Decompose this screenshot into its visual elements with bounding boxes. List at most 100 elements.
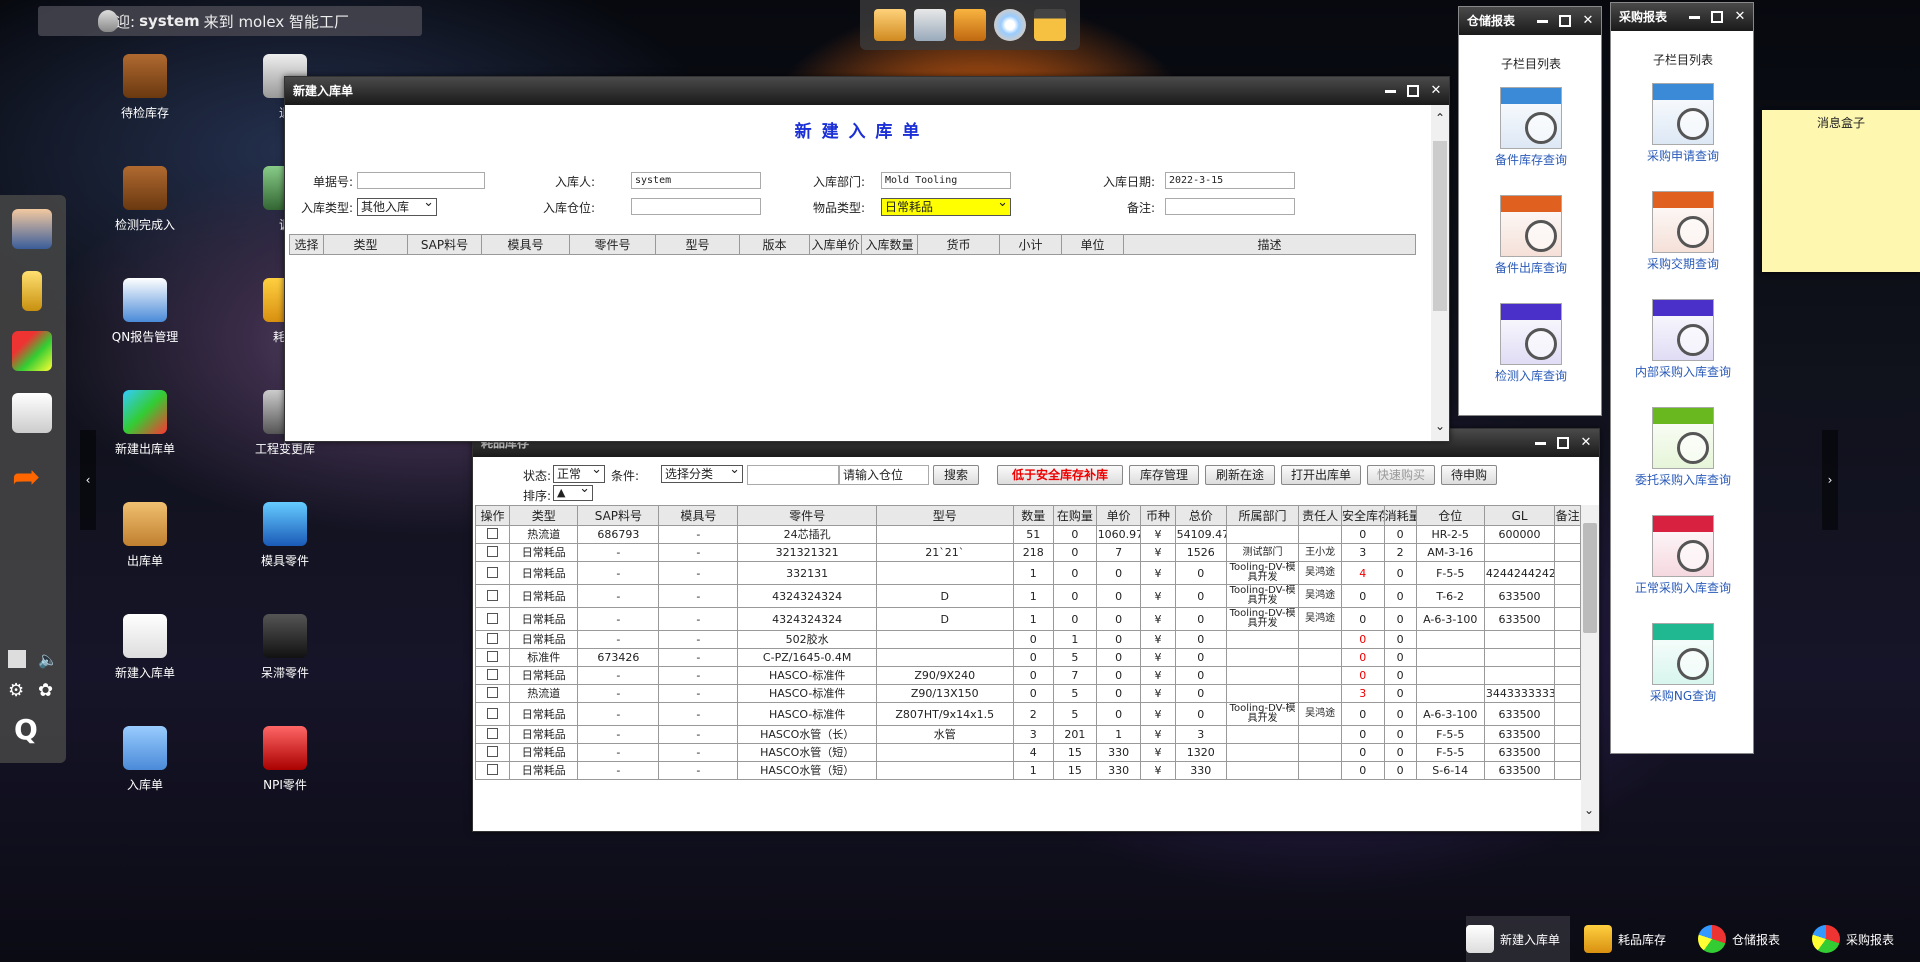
warehouse-report-titlebar[interactable]: 仓储报表 ✕ (1459, 7, 1601, 35)
user-icon[interactable] (12, 209, 52, 249)
report-item-normal-purchase[interactable]: 正常采购入库查询 (1628, 515, 1738, 596)
table-row[interactable]: 日常耗品 - - HASCO-标准件 Z807HT/9x14x1.5 2 5 0 ¥0 Tooli… (475, 702, 1581, 726)
report-item-purchase-delivery[interactable]: 采购交期查询 (1628, 191, 1738, 272)
row-checkbox[interactable] (487, 687, 499, 698)
row-checkbox[interactable] (487, 528, 499, 539)
gear-icon[interactable]: ⚙ (8, 680, 24, 701)
person-input[interactable]: system (631, 172, 761, 189)
taskbar-item-purchase-report[interactable]: 采购报表 (1812, 916, 1894, 962)
close-icon[interactable]: ✕ (1579, 436, 1593, 450)
settings-panel-icon[interactable] (12, 393, 52, 433)
calendar-icon[interactable] (8, 650, 26, 668)
table-row[interactable]: 日常耗品 - -332131 1 0 0 ¥0 Tooling-DV-模具开发 吴鸿途 4 0 F-5… (475, 561, 1581, 585)
inbound-window-scrollbar[interactable]: ⌃ ⌄ (1431, 105, 1449, 441)
taskbar-item-warehouse-report[interactable]: 仓储报表 (1698, 916, 1780, 962)
desktop-icon-npi-parts[interactable]: NPI零件 (225, 726, 345, 793)
row-checkbox[interactable] (487, 746, 499, 757)
sort-select[interactable]: ▲ (553, 482, 593, 501)
location-input[interactable] (631, 198, 761, 215)
purchase-report-titlebar[interactable]: 采购报表 ✕ (1611, 3, 1753, 31)
maximize-icon[interactable] (1557, 437, 1569, 449)
close-icon[interactable]: ✕ (1581, 14, 1595, 28)
row-checkbox[interactable] (487, 589, 499, 601)
table-row[interactable]: 日常耗品 - -4324324324 D 1 0 0 ¥0 Tooling-DV-模具开发 吴鸿途… (475, 584, 1581, 608)
right-scroll-arrow[interactable]: › (1822, 430, 1838, 530)
briefcase-icon[interactable] (954, 9, 986, 41)
desktop-icon-inbound[interactable]: 入库单 (85, 726, 205, 793)
minimize-icon[interactable] (1533, 436, 1547, 450)
pending-purchase-button[interactable]: 待申购 (1441, 465, 1497, 485)
chart-icon[interactable] (12, 331, 52, 371)
minimize-icon[interactable] (1687, 10, 1701, 24)
maximize-icon[interactable] (1559, 15, 1571, 27)
volume-icon[interactable]: 🔈 (38, 650, 58, 669)
search-input[interactable] (747, 465, 839, 485)
maximize-icon[interactable] (1711, 11, 1723, 23)
scroll-up-icon[interactable]: ⌃ (1435, 111, 1445, 125)
doc-no-input[interactable] (357, 172, 485, 189)
close-icon[interactable]: ✕ (1733, 10, 1747, 24)
key-icon[interactable] (22, 271, 42, 311)
minimize-icon[interactable] (1535, 14, 1549, 28)
low-stock-replenish-button[interactable]: 低于安全库存补库 (997, 465, 1123, 485)
desktop-icon-idle-parts[interactable]: 呆滞零件 (225, 614, 345, 681)
share-arrow-icon[interactable]: ➦ (12, 457, 52, 497)
report-item-inspection-inbound[interactable]: 检测入库查询 (1476, 303, 1586, 384)
taskbar-item-consumable[interactable]: 耗品库存 (1584, 916, 1666, 962)
category-select[interactable]: 选择分类 (661, 462, 743, 483)
minimize-icon[interactable] (1383, 84, 1397, 98)
scrollbar-thumb[interactable] (1433, 141, 1447, 311)
row-checkbox[interactable] (487, 612, 499, 624)
scroll-down-icon[interactable]: ⌄ (1435, 419, 1445, 433)
table-row[interactable]: 日常耗品 - -321321321 21`21` 218 0 7 ¥1526 测试部门 王小龙 3 2… (475, 543, 1581, 562)
close-icon[interactable]: ✕ (1429, 84, 1443, 98)
desktop-icon-pending-stock[interactable]: 待检库存 (85, 54, 205, 121)
table-row[interactable]: 日常耗品 - -4324324324 D 1 0 0 ¥0 Tooling-DV-模具开发 吴鸿途… (475, 607, 1581, 631)
desktop-icon-inspected-in[interactable]: 检测完成入 (85, 166, 205, 233)
open-outbound-button[interactable]: 打开出库单 (1281, 465, 1361, 485)
taskbar-item-new-inbound[interactable]: 新建入库单 (1466, 916, 1570, 962)
scrollbar-thumb[interactable] (1583, 523, 1597, 633)
inbound-window-titlebar[interactable]: 新建入库单 ✕ (285, 77, 1449, 105)
report-item-entrusted-purchase[interactable]: 委托采购入库查询 (1628, 407, 1738, 488)
date-input[interactable]: 2022-3-15 (1165, 172, 1295, 189)
table-row[interactable]: 日常耗品 - -502胶水 0 1 0 ¥0 0 0 (475, 630, 1581, 649)
desktop-icon-mold-parts[interactable]: 模具零件 (225, 502, 345, 569)
table-row[interactable]: 日常耗品 - - HASCO-标准件 Z90/9X240 0 7 0 ¥0 0 0 (475, 666, 1581, 685)
stock-table-scrollbar[interactable]: ⌄ (1581, 505, 1599, 831)
row-checkbox[interactable] (487, 633, 499, 644)
disc-icon[interactable] (994, 9, 1026, 41)
q-logo-icon[interactable]: Q (14, 713, 38, 746)
report-item-internal-purchase[interactable]: 内部采购入库查询 (1628, 299, 1738, 380)
report-item-purchase-ng[interactable]: 采购NG查询 (1628, 623, 1738, 704)
dept-input[interactable]: Mold Tooling (881, 172, 1011, 189)
scroll-down-icon[interactable]: ⌄ (1584, 803, 1594, 817)
table-row[interactable]: 标准件 673426- C-PZ/1645-0.4M 0 5 0 ¥0 0 0 (475, 648, 1581, 667)
stock-management-button[interactable]: 库存管理 (1129, 465, 1199, 485)
report-item-spare-stock[interactable]: 备件库存查询 (1476, 87, 1586, 168)
clapperboard-icon[interactable] (1034, 9, 1066, 41)
report-item-purchase-request[interactable]: 采购申请查询 (1628, 83, 1738, 164)
report-item-spare-outbound[interactable]: 备件出库查询 (1476, 195, 1586, 276)
row-checkbox[interactable] (487, 669, 499, 680)
row-checkbox[interactable] (487, 546, 499, 557)
refresh-in-transit-button[interactable]: 刷新在途 (1205, 465, 1275, 485)
location-input[interactable]: 请输入仓位 (839, 465, 929, 485)
row-checkbox[interactable] (487, 764, 499, 775)
quick-buy-button[interactable]: 快速购买 (1367, 465, 1435, 485)
home-icon[interactable] (874, 9, 906, 41)
item-type-select[interactable]: 日常耗品 (881, 195, 1011, 216)
row-checkbox[interactable] (487, 707, 499, 719)
row-checkbox[interactable] (487, 651, 499, 662)
palette-icon[interactable]: ✿ (38, 680, 53, 701)
row-checkbox[interactable] (487, 728, 499, 739)
upload-icon[interactable] (914, 9, 946, 41)
desktop-icon-new-outbound[interactable]: 新建出库单 (85, 390, 205, 457)
maximize-icon[interactable] (1407, 85, 1419, 97)
inbound-type-select[interactable]: 其他入库 (357, 195, 437, 216)
table-row[interactable]: 日常耗品 - - HASCO水管（短） 4 15 330 ¥1320 0 0 F-5-5 633500 (475, 743, 1581, 762)
message-box-sticky[interactable]: 消息盒子 (1762, 110, 1920, 272)
note-input[interactable] (1165, 198, 1295, 215)
table-row[interactable]: 日常耗品 - - HASCO水管（长） 水管 3 201 1 ¥3 0 0 F-5-5 633500 (475, 725, 1581, 744)
desktop-icon-outbound[interactable]: 出库单 (85, 502, 205, 569)
